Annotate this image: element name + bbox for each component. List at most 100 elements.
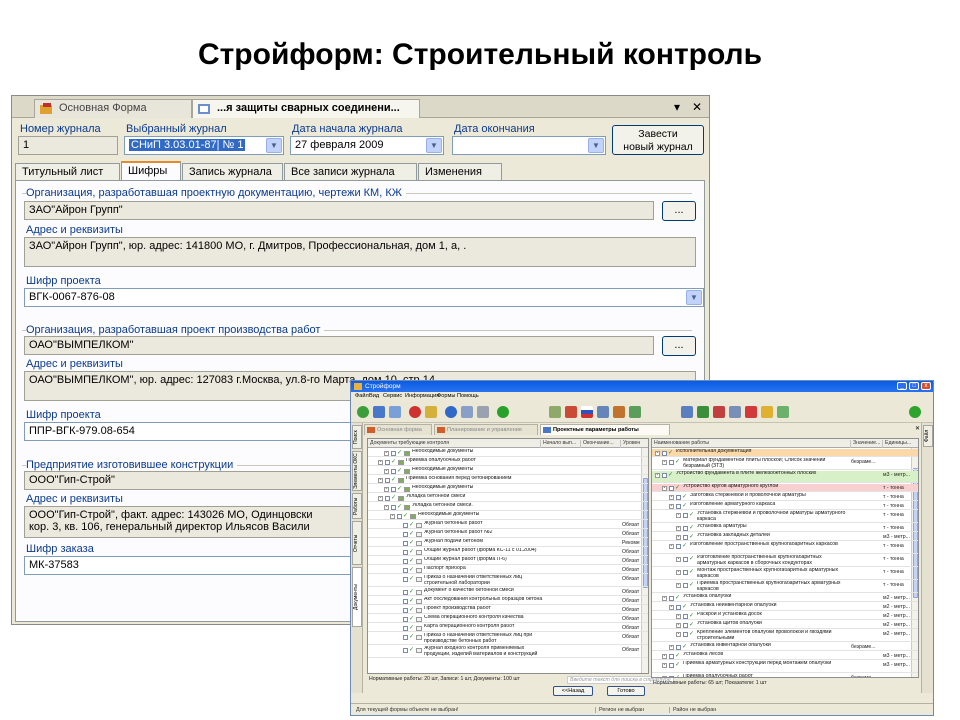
refresh-icon[interactable]	[357, 406, 369, 418]
search-icon[interactable]	[373, 406, 385, 418]
expand-toggle-icon[interactable]: -	[676, 513, 681, 518]
expand-toggle-icon[interactable]: -	[662, 654, 667, 659]
expand-toggle-icon[interactable]: -	[676, 535, 681, 540]
row-checkbox[interactable]	[403, 532, 408, 537]
expand-toggle-icon[interactable]: -	[662, 460, 667, 465]
table-row[interactable]: - ✓ Приемка пространственных крупногабарит…	[652, 581, 918, 593]
expand-toggle-icon[interactable]: -	[669, 544, 674, 549]
chevron-down-icon[interactable]: ▼	[686, 290, 702, 305]
row-checkbox[interactable]	[403, 617, 408, 622]
expand-toggle-icon[interactable]: -	[669, 645, 674, 650]
menu-service[interactable]: Сервис	[383, 393, 402, 399]
menu-help[interactable]: Помощь	[457, 393, 479, 399]
subtab-journal-entry[interactable]: Запись журнала	[182, 163, 283, 181]
tab-planning[interactable]: Планирование и управление	[434, 424, 538, 435]
tab-project-parameters[interactable]: Проектные параметры работы	[540, 424, 670, 435]
sidetab-search[interactable]: Поиск	[352, 425, 362, 449]
org-design-field[interactable]: ЗАО"Айрон Групп"	[24, 201, 654, 220]
start-date-picker[interactable]: 27 февраля 2009 ▼	[290, 136, 444, 155]
row-checkbox[interactable]	[669, 676, 674, 677]
document-icon[interactable]	[613, 406, 625, 418]
tree-icon[interactable]	[697, 406, 709, 418]
table-row[interactable]: ✓ Приказ о назначении ответственных лиц с…	[368, 575, 648, 587]
table-row[interactable]: - ✓ Раскрой и установка досок м2 - метр...	[652, 612, 918, 620]
expand-toggle-icon[interactable]: -	[669, 504, 674, 509]
table-row[interactable]: - ✓ Изготовление пространственных крупнога…	[652, 555, 918, 567]
row-checkbox[interactable]	[391, 505, 396, 510]
row-checkbox[interactable]	[385, 460, 390, 465]
row-checkbox[interactable]	[403, 550, 408, 555]
expand-toggle-icon[interactable]: -	[676, 623, 681, 628]
row-checkbox[interactable]	[403, 559, 408, 564]
row-checkbox[interactable]	[683, 614, 688, 619]
expand-toggle-icon[interactable]: -	[655, 473, 660, 478]
table-row[interactable]: - ✓ Крепление элементов опалубки проволоко…	[652, 630, 918, 642]
expand-toggle-icon[interactable]: -	[378, 496, 383, 501]
expand-toggle-icon[interactable]: -	[662, 663, 667, 668]
chevron-down-icon[interactable]: ▼	[426, 138, 442, 153]
table-row[interactable]: ✓ Карта операционного контроля работ Обяза…	[368, 624, 648, 632]
print-icon[interactable]	[477, 406, 489, 418]
maximize-button[interactable]: □	[909, 382, 919, 390]
row-checkbox[interactable]	[676, 605, 681, 610]
row-checkbox[interactable]	[683, 526, 688, 531]
table-row[interactable]: ✓ Журнал подачи бетоном Рекоме	[368, 539, 648, 547]
building-icon[interactable]	[565, 406, 577, 418]
table-row[interactable]: ✓ Журнал бетонных работ Обязат	[368, 521, 648, 529]
row-checkbox[interactable]	[669, 460, 674, 465]
back-button[interactable]: <<Назад	[553, 686, 593, 696]
address3-field[interactable]: ООО"Гип-Строй", факт. адрес: 143026 МО, …	[24, 506, 360, 538]
table-row[interactable]: - ✓ Устройство кругов арматурного круглой т…	[652, 484, 918, 492]
expand-toggle-icon[interactable]: -	[669, 495, 674, 500]
menu-forms[interactable]: Формы	[437, 393, 455, 399]
delete-icon[interactable]	[409, 406, 421, 418]
table-row[interactable]: - ✓ Приемка опалубочных работ безраме...	[652, 674, 918, 677]
filter-icon[interactable]	[425, 406, 437, 418]
table-row[interactable]: ✓ Документ о качестве бетонной смеси Обяза…	[368, 588, 648, 596]
row-checkbox[interactable]	[662, 473, 667, 478]
menu-file[interactable]: Файл	[355, 393, 369, 399]
map-icon[interactable]	[597, 406, 609, 418]
address1-field[interactable]: ЗАО"Айрон Групп", юр. адрес: 141800 МО, …	[24, 237, 696, 267]
row-checkbox[interactable]	[669, 596, 674, 601]
expand-toggle-icon[interactable]: -	[676, 632, 681, 637]
project-code1-select[interactable]: ВГК-0067-876-08 ▼	[24, 288, 704, 307]
expand-toggle-icon[interactable]: -	[384, 451, 389, 456]
table-row[interactable]: ✓ Журнал входного контроля применяемых пр…	[368, 646, 648, 658]
project-code2-field[interactable]: ППР-ВГК-979.08-654	[24, 422, 360, 441]
row-checkbox[interactable]	[403, 523, 408, 528]
edit-icon[interactable]	[389, 406, 401, 418]
row-checkbox[interactable]	[391, 451, 396, 456]
table-row[interactable]: ✓ Проект производства работ Обязат	[368, 606, 648, 614]
row-checkbox[interactable]	[385, 496, 390, 501]
table-row[interactable]: - ✓ Установка неинвентарной опалубки м2 - м…	[652, 603, 918, 611]
table-row[interactable]: - ✓ Материал фундаментной плиты плоской; С…	[652, 458, 918, 470]
table-row[interactable]: ✓ Журнал бетонных работ №2 Обязат	[368, 530, 648, 538]
table-row[interactable]: - ✓ Установка опалубки м2 - метр...	[652, 594, 918, 602]
expand-toggle-icon[interactable]: -	[655, 451, 660, 456]
table-row[interactable]: ✓ Схема операционного контроля качества Об…	[368, 615, 648, 623]
table-row[interactable]: - ✓ Установка инвентарной опалубки безраме.…	[652, 643, 918, 651]
row-checkbox[interactable]	[683, 557, 688, 562]
row-checkbox[interactable]	[403, 568, 408, 573]
table-row[interactable]: - ✓ Заготовка стержневой и проволочной арм…	[652, 493, 918, 501]
row-checkbox[interactable]	[403, 577, 408, 582]
row-checkbox[interactable]	[676, 645, 681, 650]
menu-info[interactable]: Информация	[405, 393, 439, 399]
pin-icon[interactable]: ▾	[674, 100, 680, 114]
table-row[interactable]: - ✓ Установка арматуры т - тонна	[652, 524, 918, 532]
row-checkbox[interactable]	[403, 590, 408, 595]
sidetab-file[interactable]: Файл	[923, 425, 933, 447]
expand-toggle-icon[interactable]: -	[662, 486, 667, 491]
row-checkbox[interactable]	[403, 626, 408, 631]
table-row[interactable]: - ✓ Установка закладных деталей м3 - метр..…	[652, 533, 918, 541]
expand-toggle-icon[interactable]: -	[384, 487, 389, 492]
subtab-codes[interactable]: Шифры	[121, 161, 181, 182]
users-icon[interactable]	[461, 406, 473, 418]
list-icon[interactable]	[729, 406, 741, 418]
table-row[interactable]: - ✓ Изготовление арматурного каркаса т - то…	[652, 502, 918, 510]
expand-toggle-icon[interactable]: -	[676, 557, 681, 562]
row-checkbox[interactable]	[403, 635, 408, 640]
expand-toggle-icon[interactable]: -	[378, 478, 383, 483]
row-checkbox[interactable]	[676, 504, 681, 509]
